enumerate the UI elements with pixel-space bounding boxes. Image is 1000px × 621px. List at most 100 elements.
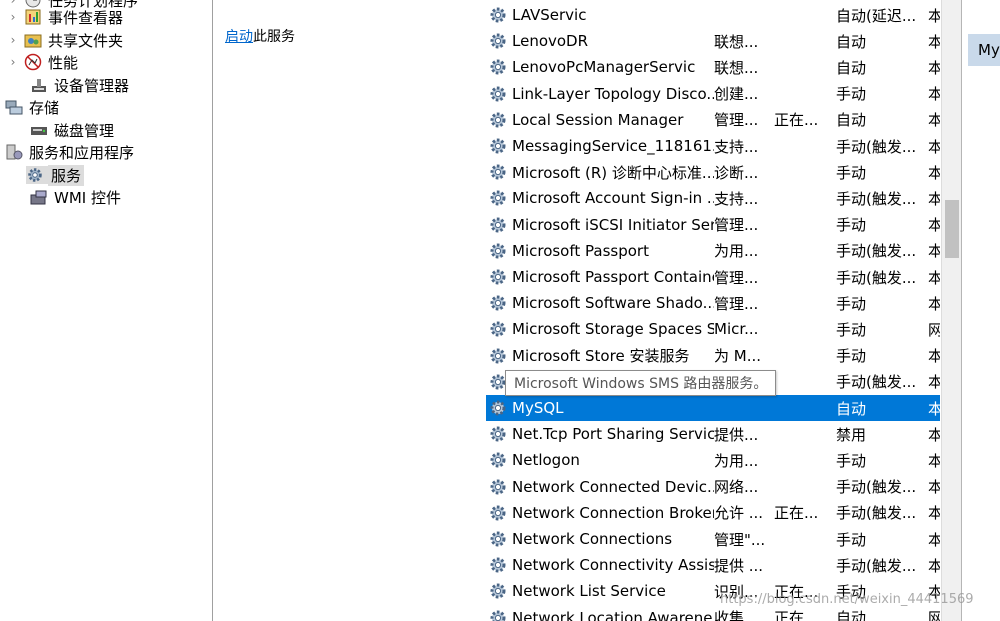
tree-item-label: 存储 <box>29 98 60 117</box>
tree-item-device-manager[interactable]: 设备管理器 <box>8 74 129 96</box>
service-name: LAVServic <box>512 6 587 24</box>
service-row[interactable]: Microsoft (R) 诊断中心标准... 诊断... 手动 本 <box>486 159 940 185</box>
service-gear-icon <box>488 608 508 621</box>
service-startup-type: 自动 <box>836 58 867 77</box>
services-icon <box>26 166 48 184</box>
service-gear-icon <box>488 31 508 51</box>
tree-item-event-viewer[interactable]: › 事件查看器 <box>8 6 123 28</box>
service-startup-type: 手动(触发... <box>836 556 917 575</box>
service-logon-as: 本 <box>928 163 940 182</box>
vertical-scrollbar[interactable] <box>941 0 962 621</box>
tree-item-performance[interactable]: › 性能 <box>8 51 78 73</box>
service-row[interactable]: Microsoft Storage Spaces S... Micr... 手动 网 <box>486 316 940 342</box>
service-description: 支持... <box>714 189 759 208</box>
tree-item-label: 设备管理器 <box>54 76 130 95</box>
service-row[interactable]: Microsoft Passport Container 管理... 手动(触发..… <box>486 264 940 290</box>
watermark: https://blog.csdn.net/weixin_44411569 <box>720 592 974 607</box>
service-row[interactable]: Microsoft Store 安装服务 为 M... 手动 本 <box>486 343 940 369</box>
console-tree: › 任务计划程序 › 事件查看器 › 共享文件夹 › 性能 设备管理器 存储 磁… <box>0 0 212 621</box>
service-row[interactable]: Netlogon 为用... 手动 本 <box>486 447 940 473</box>
service-startup-type: 自动(延迟... <box>836 6 917 25</box>
service-row[interactable]: MessagingService_118161... 支持... 手动(触发... 本 <box>486 133 940 159</box>
chevron-right-icon[interactable]: › <box>8 10 18 24</box>
service-row[interactable]: Network Connection Broker 允许 ... 正在... 手动(触… <box>486 500 940 526</box>
service-logon-as: 本 <box>928 425 940 444</box>
service-row[interactable]: Network Connected Devic... 网络... 手动(触发... 本 <box>486 474 940 500</box>
service-name: Network Connections <box>512 530 673 548</box>
tree-item-storage[interactable]: 存储 <box>5 96 59 118</box>
service-row[interactable]: Link-Layer Topology Disco... 创建... 手动 本 <box>486 81 940 107</box>
service-logon-as: 本 <box>928 111 940 130</box>
service-row[interactable]: Local Session Manager 管理... 正在... 自动 本 <box>486 107 940 133</box>
service-gear-icon <box>488 555 508 575</box>
service-logon-as: 网 <box>928 320 940 339</box>
service-name: Net.Tcp Port Sharing Service <box>512 425 714 444</box>
chevron-right-icon[interactable]: › <box>8 33 18 47</box>
service-description: 收集... <box>714 609 759 621</box>
performance-icon <box>24 53 42 71</box>
service-gear-icon <box>488 529 508 549</box>
service-description: Micr... <box>714 320 759 339</box>
tree-item-shared-folders[interactable]: › 共享文件夹 <box>8 29 123 51</box>
service-description: 诊断... <box>714 163 759 182</box>
service-row[interactable]: LenovoDR 联想... 自动 本 <box>486 28 940 54</box>
tree-item-services-and-applications[interactable]: 服务和应用程序 <box>5 141 134 163</box>
service-name: LenovoDR <box>512 32 589 51</box>
pane-divider[interactable] <box>212 0 213 621</box>
service-description: 管理... <box>714 111 759 130</box>
service-row[interactable]: LenovoPcManagerServic 联想... 自动 本 <box>486 54 940 80</box>
service-name: Local Session Manager <box>512 110 684 129</box>
service-row[interactable]: MySQL 自动 本 <box>486 395 940 421</box>
service-gear-icon <box>488 319 508 339</box>
service-logon-as: 本 <box>928 530 940 549</box>
service-row[interactable]: Network Location Awarene... 收集... 正在... 自动 网 <box>486 605 940 621</box>
service-name: Netlogon <box>512 451 580 470</box>
service-gear-icon <box>488 424 508 444</box>
service-name: Network Connected Devic... <box>512 477 714 496</box>
service-logon-as: 本 <box>928 373 940 392</box>
service-startup-type: 手动 <box>836 320 867 339</box>
service-description: 管理... <box>714 268 759 287</box>
service-name: Microsoft (R) 诊断中心标准... <box>512 163 714 182</box>
service-logon-as: 本 <box>928 268 940 287</box>
service-name: Microsoft Account Sign-in ... <box>512 189 714 208</box>
service-row[interactable]: Microsoft Software Shado... 管理... 手动 本 <box>486 290 940 316</box>
chevron-right-icon[interactable]: › <box>8 55 18 69</box>
service-startup-type: 自动 <box>836 111 867 130</box>
tree-item-label: 性能 <box>48 53 79 72</box>
tree-item-label: 共享文件夹 <box>48 31 124 50</box>
tree-item-disk-management[interactable]: 磁盘管理 <box>30 119 114 141</box>
service-status: 正在... <box>774 111 819 130</box>
service-startup-type: 手动 <box>836 85 867 104</box>
service-logon-as: 本 <box>928 242 940 261</box>
service-startup-type: 禁用 <box>836 425 867 444</box>
service-row[interactable]: Microsoft Passport 为用... 手动(触发... 本 <box>486 238 940 264</box>
service-row[interactable]: Network Connectivity Assis... 提供 ... 手动(触发… <box>486 552 940 578</box>
service-description: 联想... <box>714 32 759 51</box>
service-logon-as: 本 <box>928 294 940 313</box>
services-apps-icon <box>5 143 23 161</box>
tree-item-wmi-control[interactable]: WMI 控件 <box>30 186 121 208</box>
service-description: 管理... <box>714 216 759 235</box>
service-name: Microsoft Storage Spaces S... <box>512 320 714 339</box>
service-row[interactable]: Network Connections 管理"... 手动 本 <box>486 526 940 552</box>
service-row[interactable]: Microsoft Account Sign-in ... 支持... 手动(触发.… <box>486 185 940 211</box>
service-gear-icon <box>488 241 508 261</box>
service-gear-icon <box>488 5 508 25</box>
action-header-mysql[interactable]: My <box>968 34 1000 66</box>
disk-management-icon <box>30 121 48 139</box>
service-row[interactable]: Microsoft iSCSI Initiator Ser... 管理... 手动 本 <box>486 212 940 238</box>
service-name: Microsoft Passport <box>512 241 649 260</box>
service-row[interactable]: LAVServic 自动(延迟... 本 <box>486 2 940 28</box>
service-startup-type: 手动(触发... <box>836 242 917 261</box>
tree-item-services[interactable]: 服务 <box>26 164 85 186</box>
service-status: 正在... <box>774 504 819 523</box>
tree-item-label: 服务 <box>48 164 85 186</box>
shared-folders-icon <box>24 31 42 49</box>
service-row[interactable]: Net.Tcp Port Sharing Service 提供... 禁用 本 <box>486 421 940 447</box>
start-service-link[interactable]: 启动 <box>225 29 253 45</box>
service-name: MessagingService_118161... <box>512 137 714 155</box>
service-name: Link-Layer Topology Disco... <box>512 84 714 103</box>
scrollbar-thumb[interactable] <box>945 200 959 258</box>
event-viewer-icon <box>24 8 42 26</box>
